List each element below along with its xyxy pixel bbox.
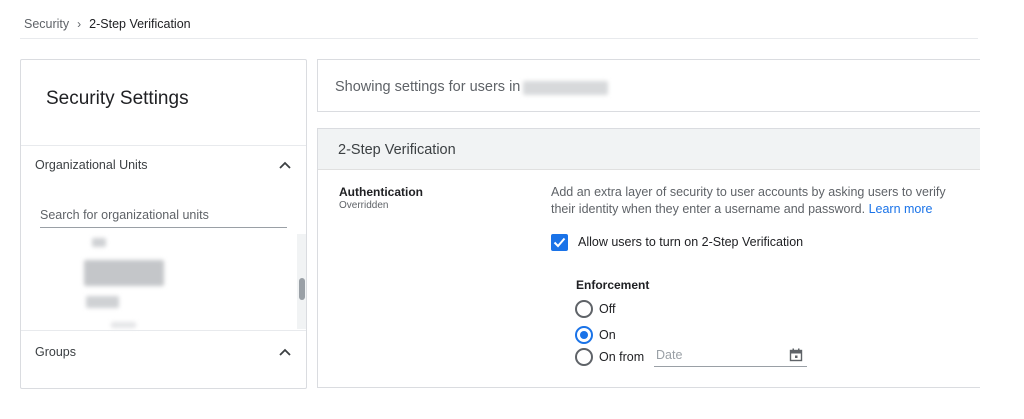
org-units-header[interactable]: Organizational Units [21,147,306,183]
enforcement-on-label[interactable]: On [599,328,616,342]
section-divider [21,145,306,146]
scope-card: Showing settings for users in [317,59,980,112]
scope-org-unit-redacted [523,81,608,95]
section-divider [21,330,306,331]
allow-2sv-label[interactable]: Allow users to turn on 2-Step Verificati… [578,235,803,249]
org-unit-item-redacted-selected[interactable] [84,260,164,286]
header-divider [20,38,978,39]
org-unit-item-redacted[interactable] [86,296,119,308]
chevron-up-icon[interactable] [278,345,292,359]
enforcement-off-label[interactable]: Off [599,302,615,316]
authentication-label: Authentication [339,185,423,199]
two-step-verification-card: 2-Step Verification Authentication Overr… [317,128,980,388]
enforcement-on-from-label[interactable]: On from [599,350,644,364]
enforcement-on-radio[interactable] [575,326,593,344]
org-units-search-input[interactable] [40,206,287,228]
card-title: 2-Step Verification [338,142,456,158]
override-status: Overridden [339,200,389,211]
learn-more-link[interactable]: Learn more [869,202,933,216]
enforcement-off-radio[interactable] [575,300,593,318]
card-header: 2-Step Verification [318,129,980,170]
breadcrumb: Security › 2-Step Verification [24,16,191,32]
groups-label: Groups [35,345,76,359]
org-units-label: Organizational Units [35,158,148,172]
checkmark-icon [553,237,566,248]
panel-title: Security Settings [46,88,189,109]
scope-text: Showing settings for users in [335,79,521,95]
org-unit-item-redacted[interactable] [92,238,106,247]
allow-2sv-checkbox[interactable] [551,234,568,251]
calendar-icon[interactable] [789,348,803,362]
enforcement-date-field[interactable]: Date [654,345,807,367]
chevron-up-icon[interactable] [278,158,292,172]
breadcrumb-current: 2-Step Verification [89,17,191,31]
security-settings-panel: Security Settings Organizational Units G… [20,59,307,389]
authentication-description: Add an extra layer of security to user a… [551,184,971,218]
breadcrumb-separator-icon: › [77,17,82,31]
org-unit-item-redacted[interactable] [111,322,136,328]
groups-header[interactable]: Groups [21,334,306,370]
org-units-scrollbar-thumb[interactable] [299,278,305,300]
date-placeholder: Date [656,347,683,362]
enforcement-title: Enforcement [576,278,650,292]
enforcement-on-from-radio[interactable] [575,348,593,366]
breadcrumb-security-link[interactable]: Security [24,17,69,31]
